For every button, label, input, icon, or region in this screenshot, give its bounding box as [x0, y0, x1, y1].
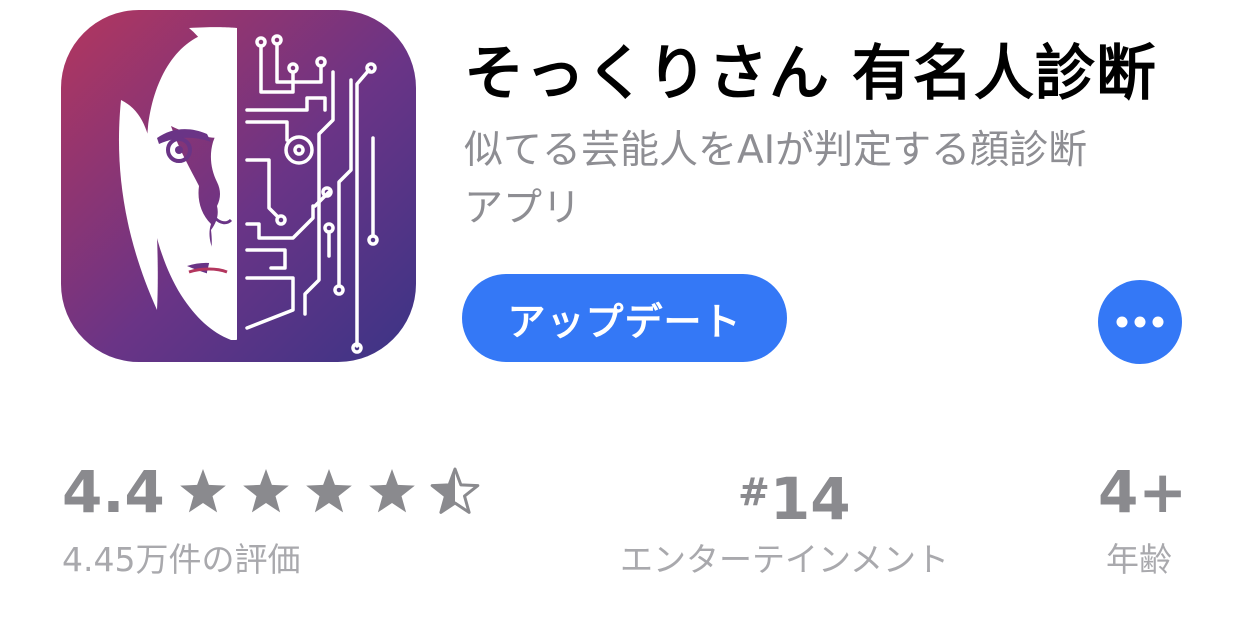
face-circuit-icon	[61, 10, 416, 362]
star-icon	[369, 469, 415, 513]
rank-number: 14	[769, 465, 851, 533]
star-rating	[178, 466, 480, 518]
rating-score: 4.4	[62, 458, 165, 526]
app-subtitle-line-2: アプリ	[464, 186, 582, 231]
star-icon	[430, 467, 480, 514]
age-label: 年齢	[1106, 540, 1172, 579]
update-button[interactable]: アップデート	[462, 274, 787, 362]
age-rating: 4+	[1098, 458, 1187, 526]
chart-rank: #14	[738, 456, 851, 535]
chart-category: エンターテインメント	[620, 540, 950, 579]
app-title: そっくりさん 有名人診断	[464, 39, 1157, 109]
star-rating-icons	[180, 467, 480, 514]
ellipsis-icon	[1116, 316, 1164, 328]
rank-hash: #	[738, 470, 770, 514]
star-icon	[243, 469, 289, 513]
app-icon	[61, 10, 416, 362]
star-icon	[180, 469, 226, 513]
rating-count: 4.45万件の評価	[62, 540, 301, 579]
app-subtitle-line-1: 似てる芸能人をAIが判定する顔診断	[464, 128, 1088, 173]
star-icon	[306, 469, 352, 513]
app-subtitle: 似てる芸能人をAIが判定する顔診断 アプリ	[464, 122, 1164, 238]
more-options-button[interactable]	[1098, 280, 1182, 364]
